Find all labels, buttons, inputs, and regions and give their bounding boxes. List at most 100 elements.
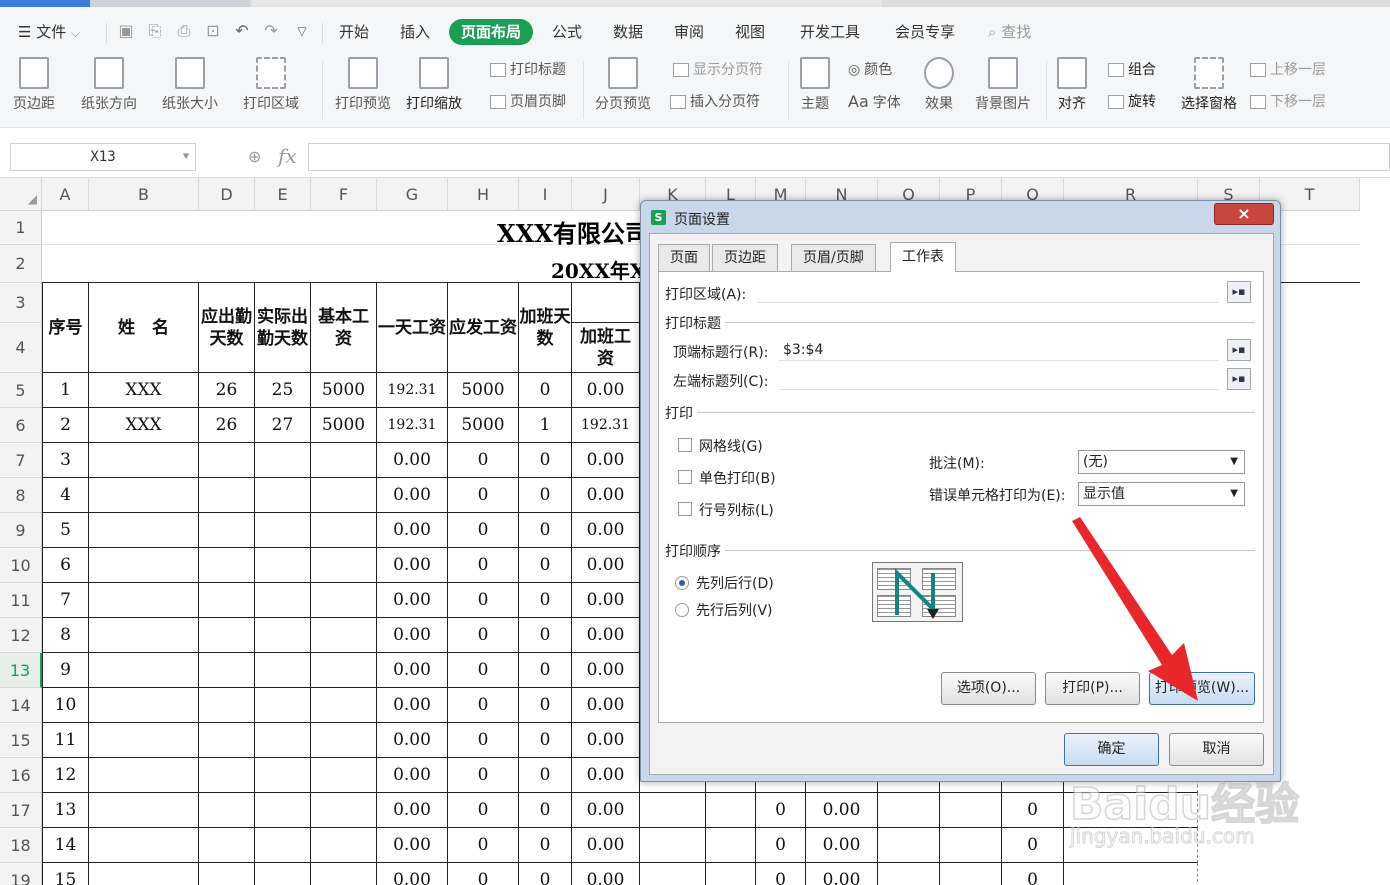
align-button[interactable]: 对齐 [1057, 57, 1087, 113]
header-base-salary[interactable]: 基本工资 [311, 283, 377, 373]
rotate-button[interactable]: 旋转 [1108, 91, 1156, 113]
table-cell[interactable]: 0.00 [806, 863, 878, 885]
cell-base-salary[interactable] [311, 513, 377, 548]
cell-ot-days[interactable]: 0 [519, 653, 572, 688]
cell-daily-wage[interactable]: 0.00 [377, 443, 448, 478]
row-header-3[interactable]: 3 [0, 283, 42, 323]
row-header-1[interactable]: 1 [0, 211, 42, 245]
cell-ot-pay[interactable]: 0.00 [572, 548, 640, 583]
cell-seq[interactable]: 4 [42, 478, 89, 513]
cell-name[interactable] [89, 653, 199, 688]
top-rows-input[interactable]: $3:$4 [779, 339, 1219, 361]
cell-gross-pay[interactable]: 0 [448, 583, 519, 618]
cell-due-days[interactable] [199, 443, 255, 478]
bring-forward-button[interactable]: 上移一层 [1250, 59, 1326, 81]
cell-name[interactable] [89, 723, 199, 758]
cell-gross-pay[interactable]: 0 [448, 513, 519, 548]
cell-ot-days[interactable]: 0 [519, 443, 572, 478]
header-actual-days[interactable]: 实际出勤天数 [255, 283, 311, 373]
row-header-4[interactable]: 4 [0, 323, 42, 373]
row-header-2[interactable]: 2 [0, 245, 42, 283]
table-cell[interactable] [940, 863, 1002, 885]
table-cell[interactable] [706, 863, 756, 885]
row-header-9[interactable]: 9 [0, 513, 42, 548]
cell-base-salary[interactable] [311, 618, 377, 653]
insert-page-break-button[interactable]: 插入分页符 [670, 91, 760, 113]
cell-base-salary[interactable]: 5000 [311, 408, 377, 443]
print-preview-button[interactable]: 打印预览 [335, 57, 391, 113]
print-area-button[interactable]: 打印区域 [243, 57, 299, 113]
cell-ot-pay[interactable]: 0.00 [572, 723, 640, 758]
cell-actual-days[interactable]: 27 [255, 408, 311, 443]
row-header-10[interactable]: 10 [0, 548, 42, 583]
options-button[interactable]: 选项(O)... [941, 672, 1036, 705]
cell-gross-pay[interactable]: 0 [448, 618, 519, 653]
row-header-17[interactable]: 17 [0, 793, 42, 828]
tab-data[interactable]: 数据 [613, 19, 643, 45]
tab-formulas[interactable]: 公式 [552, 19, 582, 45]
cell-name[interactable]: XXX [89, 373, 199, 408]
tab-review[interactable]: 审阅 [674, 19, 704, 45]
cell-seq[interactable]: 14 [42, 828, 89, 863]
cell-ot-pay[interactable]: 192.31 [572, 408, 640, 443]
page-break-preview-button[interactable]: 分页预览 [595, 57, 651, 113]
cell-daily-wage[interactable]: 0.00 [377, 583, 448, 618]
print-preview-icon[interactable]: ⊡ [203, 21, 223, 41]
cell-daily-wage[interactable]: 0.00 [377, 478, 448, 513]
cell-gross-pay[interactable]: 0 [448, 478, 519, 513]
tab-home[interactable]: 开始 [339, 19, 369, 45]
selection-pane-button[interactable]: 选择窗格 [1181, 57, 1237, 113]
tab-page[interactable]: 页面 [658, 244, 710, 271]
cell-ot-days[interactable]: 0 [519, 758, 572, 793]
cell-daily-wage[interactable]: 0.00 [377, 758, 448, 793]
cell-name[interactable] [89, 513, 199, 548]
cell-daily-wage[interactable]: 0.00 [377, 828, 448, 863]
table-cell[interactable] [640, 828, 706, 863]
show-page-breaks-checkbox[interactable]: 显示分页符 [673, 59, 763, 81]
column-header-h[interactable]: H [448, 178, 519, 211]
cell-seq[interactable]: 9 [42, 653, 89, 688]
cell-ot-pay[interactable]: 0.00 [572, 758, 640, 793]
cell-ot-pay[interactable]: 0.00 [572, 828, 640, 863]
margins-button[interactable]: 页边距 [13, 57, 55, 113]
cell-name[interactable]: XXX [89, 408, 199, 443]
cell-due-days[interactable] [199, 583, 255, 618]
table-cell[interactable] [706, 793, 756, 828]
tab-member[interactable]: 会员专享 [895, 19, 955, 45]
theme-button[interactable]: 主题 [800, 57, 830, 113]
background-image-button[interactable]: 背景图片 [975, 57, 1031, 113]
cell-due-days[interactable] [199, 688, 255, 723]
cell-actual-days[interactable] [255, 793, 311, 828]
cell-base-salary[interactable] [311, 793, 377, 828]
save-icon[interactable]: ▣ [116, 21, 136, 41]
cell-base-salary[interactable] [311, 443, 377, 478]
table-cell[interactable]: 0 [756, 863, 806, 885]
cell-due-days[interactable] [199, 828, 255, 863]
formula-input[interactable] [308, 143, 1390, 171]
cell-base-salary[interactable] [311, 863, 377, 885]
cell-name[interactable] [89, 618, 199, 653]
cell-name[interactable] [89, 583, 199, 618]
cell-daily-wage[interactable]: 0.00 [377, 548, 448, 583]
row-header-14[interactable]: 14 [0, 688, 42, 723]
cell-actual-days[interactable] [255, 653, 311, 688]
cell-base-salary[interactable]: 5000 [311, 373, 377, 408]
row-header-7[interactable]: 7 [0, 443, 42, 478]
search-box[interactable]: ⌕ 查找 [988, 19, 1031, 45]
cell-name[interactable] [89, 828, 199, 863]
tab-developer[interactable]: 开发工具 [800, 19, 860, 45]
fx-icon[interactable]: fx [278, 144, 297, 168]
cell-ot-days[interactable]: 0 [519, 688, 572, 723]
cell-ot-pay[interactable]: 0.00 [572, 793, 640, 828]
table-cell[interactable] [1064, 828, 1198, 863]
tab-view[interactable]: 视图 [735, 19, 765, 45]
cell-base-salary[interactable] [311, 583, 377, 618]
cell-daily-wage[interactable]: 0.00 [377, 793, 448, 828]
cell-seq[interactable]: 5 [42, 513, 89, 548]
redo-icon[interactable]: ↷ [261, 21, 281, 41]
cell-gross-pay[interactable]: 0 [448, 688, 519, 723]
cell-gross-pay[interactable]: 0 [448, 723, 519, 758]
cell-ot-pay[interactable]: 0.00 [572, 513, 640, 548]
cell-actual-days[interactable] [255, 548, 311, 583]
paper-size-button[interactable]: 纸张大小 [162, 57, 218, 113]
